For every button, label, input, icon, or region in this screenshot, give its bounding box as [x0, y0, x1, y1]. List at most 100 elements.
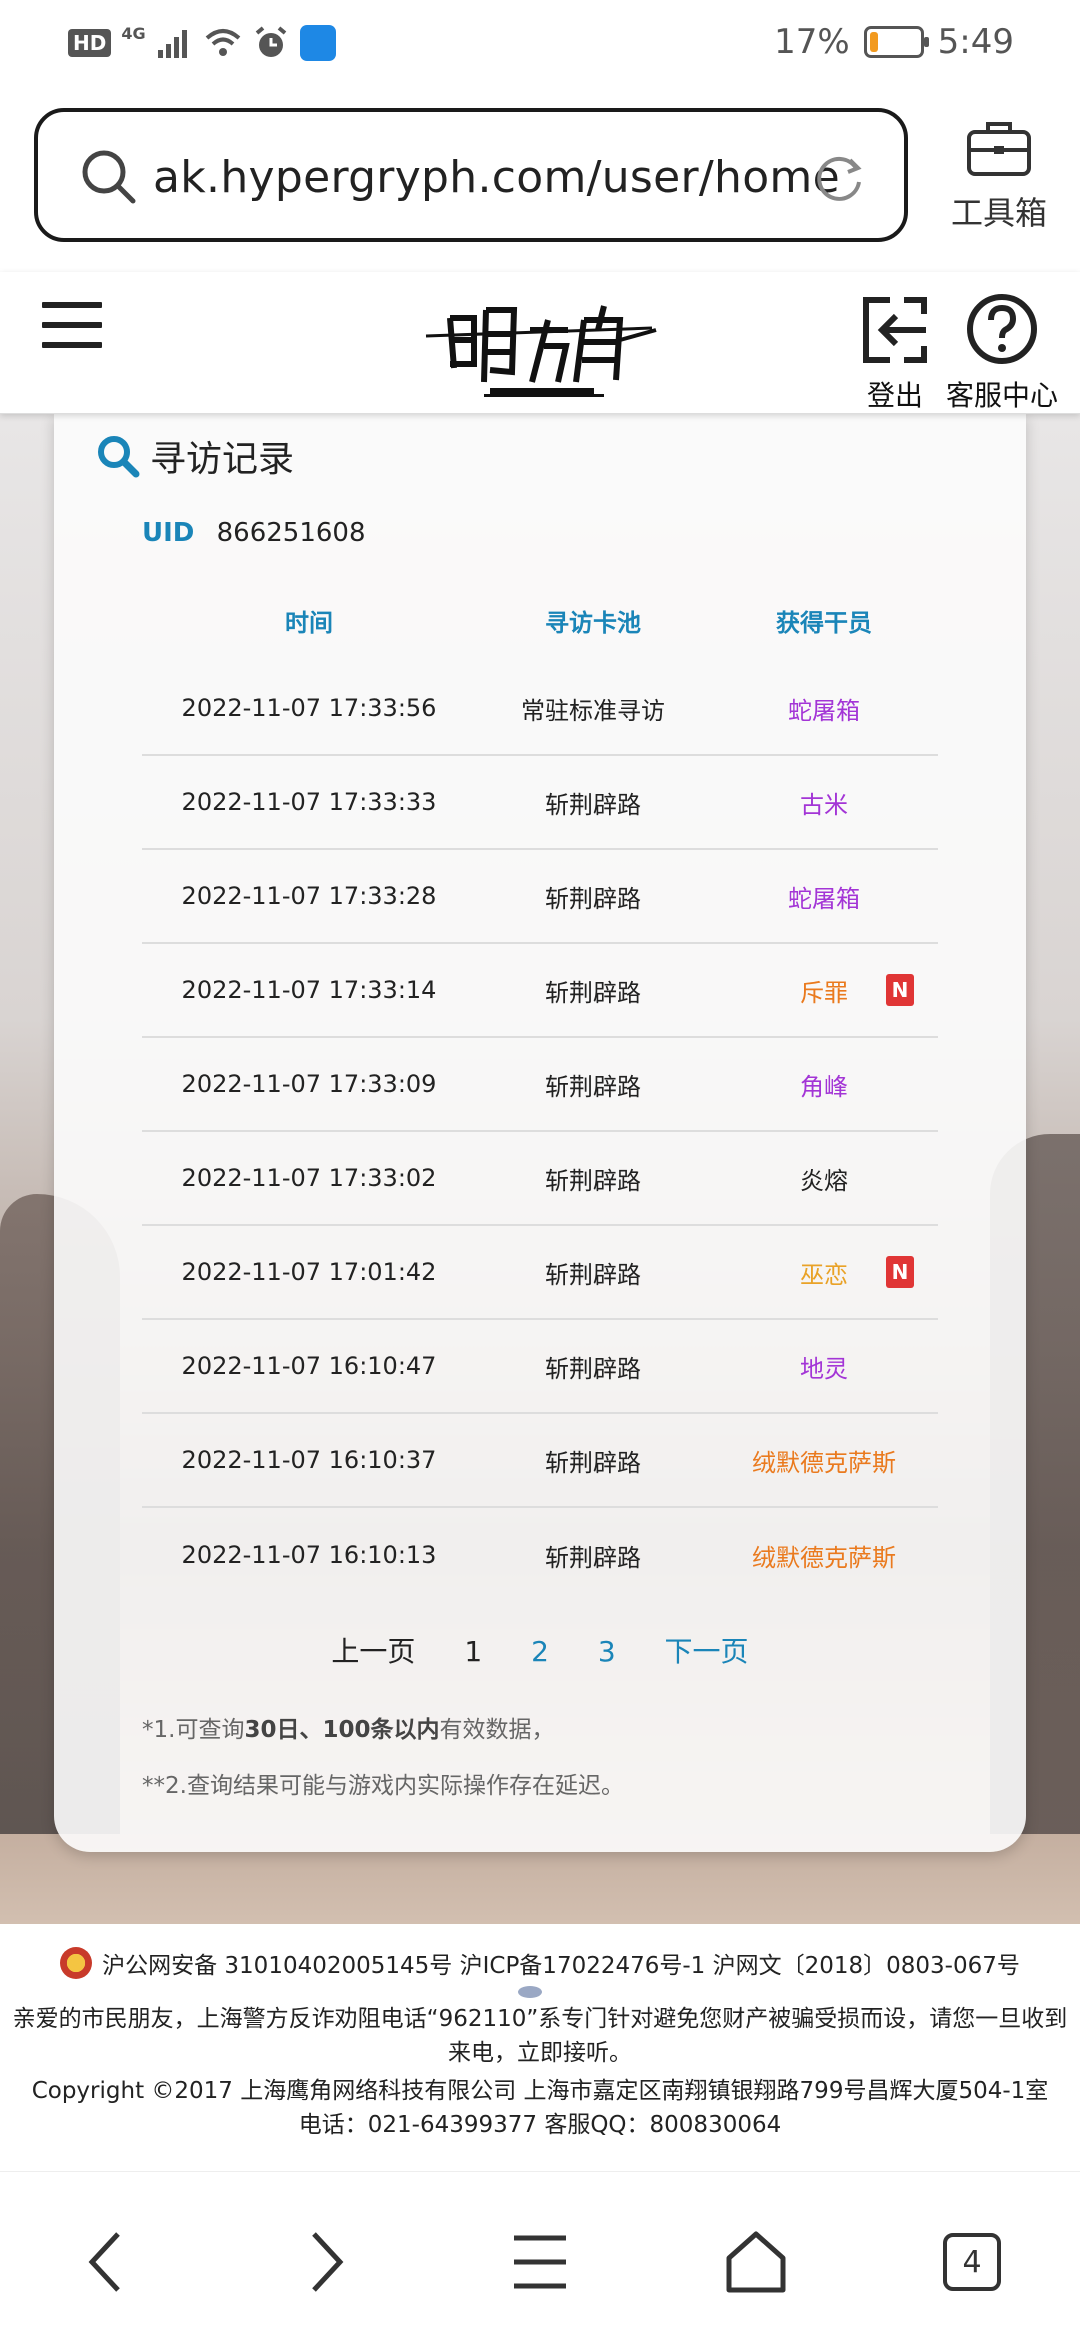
- row-time: 2022-11-07 17:33:56: [181, 694, 437, 722]
- row-operator: 巫恋: [800, 1260, 848, 1289]
- help-center-button[interactable]: 客服中心: [946, 292, 1058, 414]
- col-pool-header: 寻访卡池: [545, 608, 641, 637]
- forward-button[interactable]: [286, 2222, 366, 2302]
- battery-percent: 17%: [774, 22, 850, 62]
- site-footer: 沪公网安备 31010402005145号 沪ICP备17022476号-1 沪…: [0, 1924, 1080, 2172]
- row-operator: 炎熔: [800, 1166, 848, 1195]
- tabs-count: 4: [943, 2233, 1001, 2291]
- search-icon: [82, 150, 136, 204]
- row-operator: 地灵: [800, 1354, 848, 1383]
- row-operator-cell: 蛇屠箱: [710, 691, 938, 726]
- table-row: 2022-11-07 17:33:14 斩荆辟路 斥罪 N: [142, 944, 938, 1038]
- toolbox-label: 工具箱: [950, 194, 1047, 232]
- reload-icon[interactable]: [812, 152, 866, 206]
- row-pool: 斩荆辟路: [545, 1354, 641, 1383]
- uid-value: 866251608: [216, 518, 366, 548]
- menu-lines-icon: [514, 2235, 566, 2289]
- alarm-icon: [255, 26, 286, 57]
- footer-license-row: 沪公网安备 31010402005145号 沪ICP备17022476号-1 沪…: [0, 1946, 1080, 1980]
- row-time: 2022-11-07 17:33:02: [181, 1164, 437, 1192]
- row-time: 2022-11-07 17:33:33: [181, 788, 437, 816]
- home-button[interactable]: [716, 2222, 796, 2302]
- note-1-pre: *1.可查询: [142, 1717, 245, 1743]
- page-1: 1: [464, 1635, 483, 1668]
- uid-row: UID 866251608: [142, 518, 366, 548]
- row-time: 2022-11-07 17:33:28: [181, 882, 437, 910]
- row-time: 2022-11-07 17:33:14: [181, 976, 437, 1004]
- row-time: 2022-11-07 16:10:37: [181, 1446, 437, 1474]
- row-operator-cell: 炎熔: [710, 1161, 938, 1196]
- col-time-header: 时间: [285, 608, 333, 637]
- row-pool: 斩荆辟路: [545, 884, 641, 913]
- new-badge: N: [886, 1256, 914, 1288]
- note-1: *1.可查询30日、100条以内有效数据，: [142, 1710, 554, 1744]
- note-1-post: 有效数据，: [439, 1717, 555, 1743]
- battery-fill: [869, 32, 878, 52]
- footer-notice: 亲爱的市民朋友，上海警方反诈劝阻电话“962110”系专门针对避免您财产被骗受损…: [12, 2006, 1068, 2066]
- nfc-icon: [299, 25, 336, 61]
- footer-copyright-block: Copyright ©2017 上海鹰角网络科技有限公司 上海市嘉定区南翔镇银翔…: [0, 2074, 1080, 2142]
- footer-contact: 电话：021-64399377 客服QQ：800830064: [298, 2112, 782, 2138]
- logout-label: 登出: [866, 379, 923, 412]
- row-operator: 绒默德克萨斯: [752, 1448, 896, 1477]
- row-pool: 斩荆辟路: [545, 1260, 641, 1289]
- url-text[interactable]: ak.hypergryph.com/user/home: [153, 152, 840, 203]
- toolbox-button[interactable]: 工具箱: [944, 118, 1054, 234]
- row-time: 2022-11-07 17:33:09: [181, 1070, 437, 1098]
- footer-copyright: Copyright ©2017 上海鹰角网络科技有限公司 上海市嘉定区南翔镇银翔…: [31, 2078, 1049, 2104]
- battery-icon: [863, 26, 929, 58]
- signal-icon: [157, 30, 187, 58]
- table-row: 2022-11-07 16:10:37 斩荆辟路 绒默德克萨斯: [142, 1414, 938, 1508]
- address-bar[interactable]: ak.hypergryph.com/user/home: [34, 108, 908, 242]
- table-row: 2022-11-07 16:10:13 斩荆辟路 绒默德克萨斯: [142, 1508, 938, 1602]
- row-operator: 蛇屠箱: [788, 884, 860, 913]
- license-mark-icon: [518, 1986, 542, 1998]
- row-operator-cell: 巫恋 N: [710, 1255, 938, 1290]
- next-page-button[interactable]: 下一页: [665, 1630, 749, 1670]
- browser-nav-bar: 4: [0, 2172, 1080, 2340]
- table-row: 2022-11-07 17:33:02 斩荆辟路 炎熔: [142, 1132, 938, 1226]
- page-3-link[interactable]: 3: [598, 1635, 616, 1668]
- table-row: 2022-11-07 17:33:56 常驻标准寻访 蛇屠箱: [142, 662, 938, 756]
- arknights-logo[interactable]: [420, 290, 660, 410]
- back-button[interactable]: [66, 2222, 146, 2302]
- row-operator-cell: 地灵: [710, 1349, 938, 1384]
- clock: 5:49: [937, 22, 1014, 62]
- menu-button[interactable]: [500, 2222, 580, 2302]
- uid-label: UID: [142, 518, 195, 548]
- row-pool: 常驻标准寻访: [521, 696, 665, 725]
- row-operator-cell: 斥罪 N: [710, 973, 938, 1008]
- row-pool: 斩荆辟路: [545, 1543, 641, 1572]
- row-pool: 斩荆辟路: [545, 790, 641, 819]
- row-operator: 角峰: [800, 1072, 848, 1101]
- forward-arrow-icon: [312, 2232, 344, 2292]
- row-operator: 蛇屠箱: [788, 696, 860, 725]
- row-pool: 斩荆辟路: [545, 1448, 641, 1477]
- footer-license[interactable]: 沪公网安备 31010402005145号 沪ICP备17022476号-1 沪…: [102, 1946, 1020, 1980]
- row-operator-cell: 蛇屠箱: [710, 879, 938, 914]
- row-operator-cell: 古米: [710, 785, 938, 820]
- help-icon: [967, 294, 1037, 364]
- page-2-link[interactable]: 2: [531, 1635, 549, 1668]
- record-table: 时间 寻访卡池 获得干员 2022-11-07 17:33:56 常驻标准寻访 蛇屠…: [142, 578, 938, 1602]
- row-time: 2022-11-07 17:01:42: [181, 1258, 437, 1286]
- row-pool: 斩荆辟路: [545, 978, 641, 1007]
- logout-button[interactable]: 登出: [860, 294, 930, 414]
- note-2: **2.查询结果可能与游戏内实际操作存在延迟。: [142, 1773, 624, 1799]
- table-header: 时间 寻访卡池 获得干员: [142, 578, 938, 662]
- menu-icon[interactable]: [42, 302, 102, 348]
- back-arrow-icon: [88, 2232, 120, 2292]
- tabs-button[interactable]: 4: [932, 2222, 1012, 2302]
- row-operator: 斥罪: [800, 978, 848, 1007]
- magnifier-icon: [98, 436, 140, 478]
- table-body: 2022-11-07 17:33:56 常驻标准寻访 蛇屠箱 2022-11-07 1…: [142, 662, 938, 1602]
- new-badge: N: [886, 974, 914, 1006]
- row-time: 2022-11-07 16:10:13: [181, 1541, 437, 1569]
- status-bar: HD 4G 17% 5:49: [0, 0, 1080, 92]
- row-operator-cell: 绒默德克萨斯: [710, 1443, 938, 1478]
- logout-icon: [863, 297, 927, 363]
- col-operator-header: 获得干员: [776, 608, 872, 637]
- prev-page-button[interactable]: 上一页: [331, 1630, 415, 1670]
- row-operator: 绒默德克萨斯: [752, 1543, 896, 1572]
- card-title: 寻访记录: [150, 439, 295, 480]
